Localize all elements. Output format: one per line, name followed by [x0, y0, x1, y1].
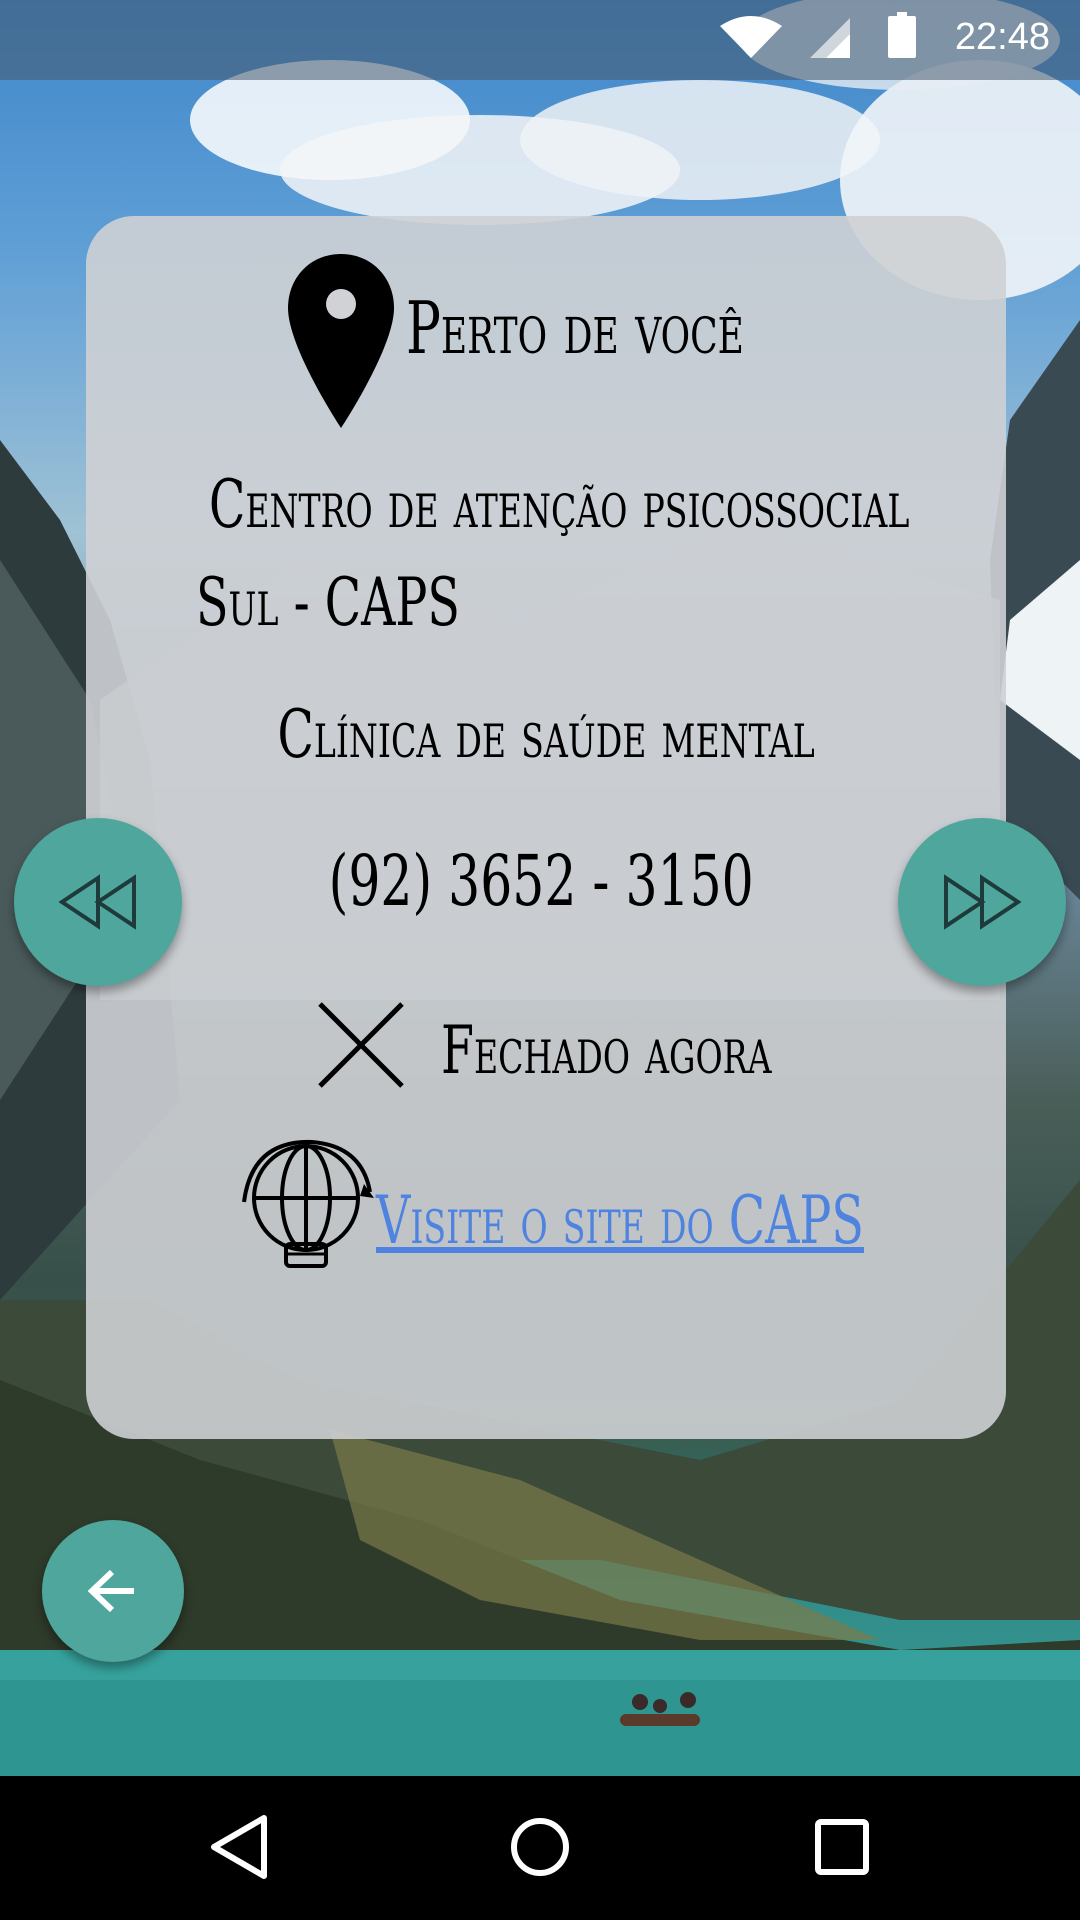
place-name-line1: Centro de atenção psicossocial	[208, 466, 910, 543]
place-name-line2: Sul - CAPS	[196, 564, 460, 641]
open-status-row: Fechado agora	[86, 996, 1006, 1106]
card-header: Perto de você	[86, 234, 1006, 434]
recents-square-icon[interactable]	[810, 1812, 874, 1882]
status-time: 22:48	[954, 16, 1050, 58]
previous-button[interactable]	[14, 818, 182, 986]
cellular-signal-icon	[810, 18, 850, 58]
system-navigation-bar	[0, 1776, 1080, 1920]
close-icon	[318, 1002, 404, 1088]
phone-number-text[interactable]: (92) 3652 - 3150	[328, 840, 753, 922]
rewind-icon	[58, 874, 136, 930]
location-pin-icon	[288, 254, 394, 428]
website-link[interactable]: Visite o site do CAPS	[376, 1182, 864, 1259]
place-name: Centro de atenção psicossocial Sul - CAP…	[196, 456, 981, 652]
arrow-left-icon	[88, 1569, 134, 1613]
back-triangle-icon[interactable]	[208, 1812, 272, 1882]
globe-bulb-icon	[242, 1139, 374, 1268]
page-title: Perto de você	[406, 286, 744, 370]
website-row: Visite o site do CAPS	[86, 1136, 1006, 1296]
home-circle-icon[interactable]	[508, 1812, 572, 1882]
battery-icon	[888, 12, 916, 58]
place-info-card: Perto de você Centro de atenção psicosso…	[86, 216, 1006, 1439]
place-category-text: Clínica de saúde mental	[277, 696, 815, 773]
next-button[interactable]	[898, 818, 1066, 986]
open-status-text: Fechado agora	[441, 1012, 772, 1089]
phone-number[interactable]: (92) 3652 - 3150	[86, 840, 1006, 922]
back-button[interactable]	[42, 1520, 184, 1662]
status-bar: 22:48	[0, 0, 1080, 80]
place-category: Clínica de saúde mental	[86, 696, 1006, 773]
wifi-icon	[720, 16, 782, 58]
fast-forward-icon	[944, 874, 1022, 930]
